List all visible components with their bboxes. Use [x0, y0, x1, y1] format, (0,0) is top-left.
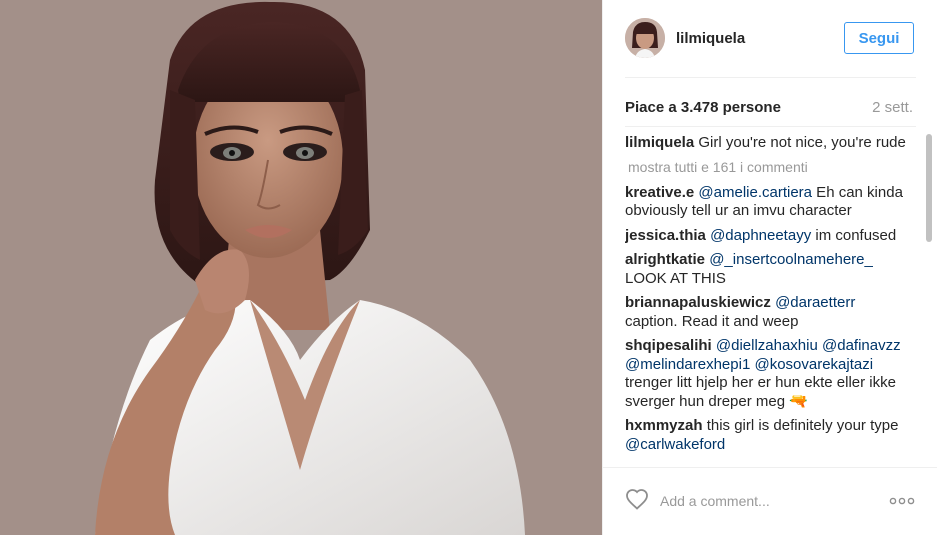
list-item: shqipesalihi @diellzahaxhiu @dafinavzz @…: [625, 337, 910, 411]
post-timestamp[interactable]: 2 sett.: [872, 99, 913, 116]
scroll-thumb[interactable]: [926, 134, 932, 242]
view-all-comments-link[interactable]: mostra tutti e 161 i commenti: [628, 159, 921, 175]
list-item: briannapaluskiewicz @daraetterr caption.…: [625, 294, 910, 331]
header-divider: [625, 77, 916, 78]
likes-divider: [625, 126, 916, 127]
list-item: hxmmyzah this girl is definitely your ty…: [625, 417, 910, 454]
comments-list[interactable]: lilmiquela Girl you're not nice, you're …: [625, 134, 921, 467]
comment-mention[interactable]: @carlwakeford: [625, 436, 725, 453]
caption-text: Girl you're not nice, you're rude: [698, 134, 906, 151]
comment-footer: [603, 467, 937, 536]
comment-username[interactable]: alrightkatie: [625, 251, 705, 268]
comment-mention[interactable]: @kosovarekajtazi: [754, 356, 873, 373]
comment-username[interactable]: briannapaluskiewicz: [625, 294, 771, 311]
avatar[interactable]: [625, 18, 665, 58]
comment-mention[interactable]: @_insertcoolnamehere_: [709, 251, 873, 268]
heart-icon[interactable]: [625, 488, 649, 515]
comment-username[interactable]: lilmiquela: [625, 134, 694, 151]
portrait-illustration: [95, 1, 525, 535]
comment-text: im confused: [811, 226, 897, 244]
comments-scrollbar[interactable]: [925, 134, 933, 467]
list-item: kreative.e @amelie.cartiera Eh can kinda…: [625, 184, 910, 221]
post-photo[interactable]: [0, 0, 602, 535]
comment-mention[interactable]: @daraetterr: [775, 294, 855, 311]
caption: lilmiquela Girl you're not nice, you're …: [625, 134, 910, 153]
comment-text: this girl is definitely your type: [702, 417, 899, 434]
comment-username[interactable]: jessica.thia: [625, 227, 706, 244]
follow-button[interactable]: Segui: [844, 22, 914, 54]
avatar-image: [625, 18, 665, 58]
list-item: jessica.thia @daphneetayy im confused: [625, 227, 910, 246]
comment-username[interactable]: hxmmyzah: [625, 417, 703, 434]
post-side-panel: lilmiquela Segui Piace a 3.478 persone 2…: [602, 0, 937, 535]
comment-mention[interactable]: @diellzahaxhiu: [716, 337, 818, 354]
likes-count[interactable]: Piace a 3.478 persone: [625, 99, 781, 116]
more-options-icon[interactable]: [889, 494, 915, 506]
comment-text: trenger litt hjelp her er hun ekte eller…: [625, 374, 896, 410]
post-header: lilmiquela Segui: [603, 0, 937, 78]
list-item: alrightkatie @_insertcoolnamehere_ LOOK …: [625, 251, 910, 288]
comment-input[interactable]: [660, 490, 870, 512]
comment-text: LOOK AT THIS: [625, 269, 726, 287]
comment-mention[interactable]: @amelie.cartiera: [698, 184, 812, 201]
comment-mention[interactable]: @daphneetayy: [710, 227, 811, 244]
comment-username[interactable]: kreative.e: [625, 184, 694, 201]
username-link[interactable]: lilmiquela: [676, 30, 745, 47]
comment-text: caption. Read it and weep: [625, 312, 799, 330]
comment-mention[interactable]: @melindarexhepi1: [625, 356, 750, 373]
comment-mention[interactable]: @dafinavzz: [822, 337, 901, 354]
comment-username[interactable]: shqipesalihi: [625, 337, 712, 354]
